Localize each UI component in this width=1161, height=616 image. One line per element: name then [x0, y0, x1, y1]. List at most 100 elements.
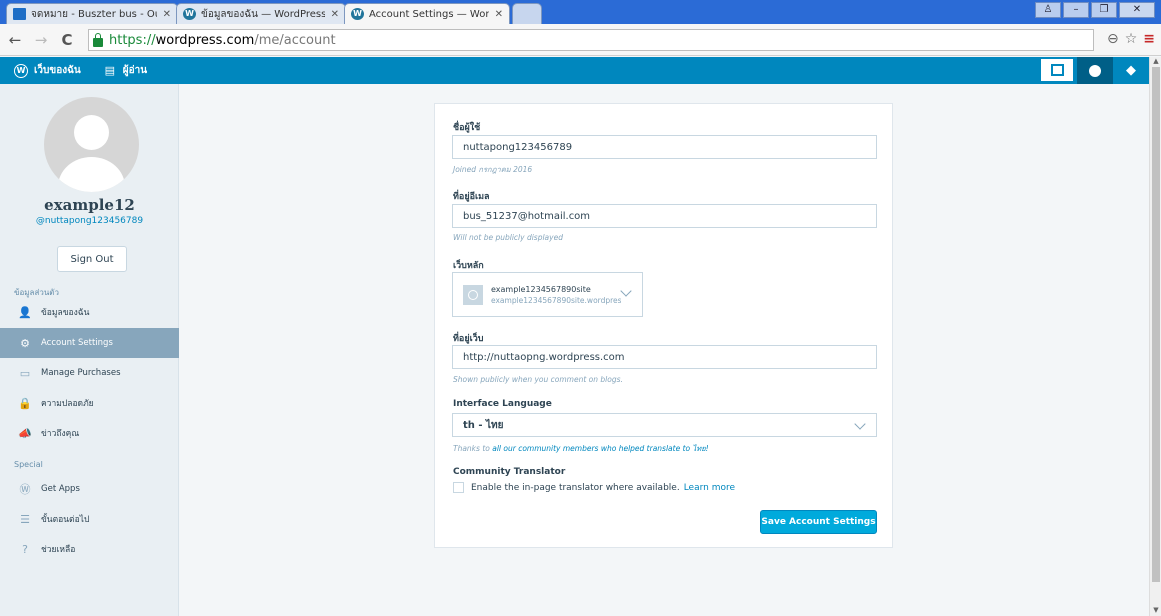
url-host: wordpress.com — [155, 32, 255, 48]
scroll-up-icon[interactable]: ▲ — [1150, 57, 1161, 65]
help-icon: ? — [22, 542, 28, 556]
scrollbar-thumb[interactable] — [1152, 67, 1160, 582]
sidebar-item-label: ขั้นตอนต่อไป — [41, 515, 90, 525]
language-value: th - ไทย — [463, 419, 504, 431]
sidebar-item-manage-purchases[interactable]: ▭ Manage Purchases — [0, 358, 179, 388]
chevron-down-icon — [854, 418, 866, 430]
avatar-icon — [1089, 64, 1101, 77]
forward-icon[interactable]: → — [30, 31, 52, 49]
site-icon — [463, 285, 483, 305]
primary-site-select[interactable]: example1234567890site example1234567890s… — [452, 272, 643, 317]
sign-out-button[interactable]: Sign Out — [57, 246, 127, 272]
email-hint: Will not be publicly displayed — [453, 233, 563, 242]
notifications-button[interactable]: ◆ — [1113, 57, 1149, 84]
sidebar-item-my-profile[interactable]: 👤 ข้อมูลของฉัน — [0, 297, 179, 327]
list-icon: ☰ — [20, 512, 30, 526]
save-account-settings-button[interactable]: Save Account Settings — [760, 510, 877, 534]
page-scrollbar[interactable]: ▲ ▼ — [1149, 57, 1161, 616]
sidebar-item-notifications[interactable]: 📣 ข่าวถึงคุณ — [0, 418, 179, 448]
toolbar-icons: ⊖ ☆ ≡ — [1107, 31, 1155, 47]
primary-site-name: example1234567890site — [491, 285, 591, 294]
joined-hint: Joined กรกฎาคม 2016 — [453, 165, 533, 174]
wordpress-icon: Ⓦ — [19, 483, 31, 496]
username-input[interactable]: nuttapong123456789 — [452, 135, 877, 159]
wordpress-icon: W — [14, 63, 28, 78]
language-select[interactable]: th - ไทย — [452, 413, 877, 437]
close-tab-icon[interactable]: ✕ — [163, 9, 171, 20]
browser-tab-outlook[interactable]: จดหมาย - Buszter bus - Outlo ✕ — [6, 3, 178, 24]
masterbar: W เว็บของฉัน ▤ ผู้อ่าน ◆ — [0, 57, 1149, 84]
mail-icon — [13, 8, 26, 20]
maximize-icon[interactable]: ❐ — [1091, 2, 1117, 18]
reader-link[interactable]: ▤ ผู้อ่าน — [103, 63, 148, 78]
translator-checkbox-label: Enable the in-page translator where avai… — [471, 482, 680, 493]
sidebar-item-help[interactable]: ? ช่วยเหลือ — [0, 534, 179, 564]
bookmark-star-icon[interactable]: ☆ — [1125, 31, 1138, 47]
sidebar-item-label: Get Apps — [41, 484, 80, 494]
close-window-icon[interactable]: ✕ — [1119, 2, 1155, 18]
language-hint: Thanks to all our community members who … — [453, 443, 709, 455]
web-address-input[interactable]: http://nuttaopng.wordpress.com — [452, 345, 877, 369]
notifications-icon: ◆ — [1126, 63, 1136, 78]
close-tab-icon[interactable]: ✕ — [495, 9, 503, 20]
browser-toolbar: ← → C https:// wordpress.com /me/account… — [0, 24, 1161, 56]
back-icon[interactable]: ← — [4, 31, 26, 49]
tab-title: ข้อมูลของฉัน — WordPress.co — [201, 8, 325, 20]
my-sites-label: เว็บของฉัน — [34, 65, 81, 76]
primary-site-label: เว็บหลัก — [453, 261, 484, 271]
sidebar-item-account-settings[interactable]: ⚙ Account Settings — [0, 328, 179, 358]
megaphone-icon: 📣 — [18, 426, 32, 440]
special-heading: Special — [14, 460, 43, 469]
language-label: Interface Language — [453, 399, 552, 409]
profile-button[interactable] — [1077, 57, 1113, 84]
user-icon: 👤 — [18, 305, 32, 319]
sidebar-item-label: ความปลอดภัย — [41, 399, 94, 409]
translator-row: Enable the in-page translator where avai… — [453, 482, 735, 493]
sidebar-item-next-steps[interactable]: ☰ ขั้นตอนต่อไป — [0, 504, 179, 534]
sidebar: example12 @nuttapong123456789 Sign Out ข… — [0, 84, 179, 616]
web-address-label: ที่อยู่เว็บ — [453, 334, 484, 344]
wordpress-icon: W — [351, 8, 364, 20]
close-tab-icon[interactable]: ✕ — [331, 9, 339, 20]
new-tab-button[interactable] — [512, 3, 542, 24]
my-sites-link[interactable]: W เว็บของฉัน — [14, 63, 81, 78]
display-name: example12 — [44, 196, 135, 214]
lock-icon: 🔒 — [18, 396, 32, 410]
primary-site-url: example1234567890site.wordpress.com — [491, 296, 621, 305]
avatar[interactable] — [44, 97, 139, 192]
minimize-icon[interactable]: – — [1063, 2, 1089, 18]
scroll-down-icon[interactable]: ▼ — [1150, 606, 1161, 614]
tab-title: จดหมาย - Buszter bus - Outlo — [31, 8, 157, 20]
reload-icon[interactable]: C — [56, 31, 78, 49]
credit-card-icon: ▭ — [19, 366, 31, 380]
sidebar-item-security[interactable]: 🔒 ความปลอดภัย — [0, 388, 179, 418]
email-input[interactable]: bus_51237@hotmail.com — [452, 204, 877, 228]
account-settings-card: ชื่อผู้ใช้ nuttapong123456789 Joined กรก… — [434, 103, 893, 548]
browser-tab-account-settings[interactable]: W Account Settings — WordPre ✕ — [344, 3, 510, 24]
wordpress-icon: W — [183, 8, 196, 20]
sidebar-item-label: ข้อมูลของฉัน — [41, 308, 90, 318]
translators-link[interactable]: all our community members who helped tra… — [492, 444, 708, 453]
sidebar-item-get-apps[interactable]: Ⓦ Get Apps — [0, 474, 179, 504]
username-link[interactable]: @nuttapong123456789 — [0, 216, 179, 226]
sidebar-item-label: ข่าวถึงคุณ — [41, 429, 80, 439]
zoom-icon[interactable]: ⊖ — [1107, 31, 1119, 47]
username-label: ชื่อผู้ใช้ — [453, 123, 481, 133]
browser-tab-my-profile[interactable]: W ข้อมูลของฉัน — WordPress.co ✕ — [176, 3, 346, 24]
url-path: /me/account — [254, 32, 336, 48]
masterbar-actions: ◆ — [1041, 57, 1149, 84]
url-scheme: https:// — [109, 32, 156, 48]
translator-checkbox[interactable] — [453, 482, 464, 493]
tab-title: Account Settings — WordPre — [369, 8, 489, 20]
browser-menu-icon[interactable]: ≡ — [1143, 31, 1155, 47]
user-icon[interactable]: ♙ — [1035, 2, 1061, 18]
address-bar[interactable]: https:// wordpress.com /me/account — [88, 29, 1094, 51]
sidebar-item-label: Account Settings — [41, 338, 113, 348]
email-label: ที่อยู่อีเมล — [453, 192, 490, 202]
sidebar-item-label: Manage Purchases — [41, 368, 121, 378]
language-hint-prefix: Thanks to — [453, 444, 493, 453]
learn-more-link[interactable]: Learn more — [684, 483, 735, 493]
browser-tab-bar: จดหมาย - Buszter bus - Outlo ✕ W ข้อมูลข… — [0, 0, 1161, 24]
chevron-down-icon — [620, 285, 632, 297]
write-post-button[interactable] — [1041, 59, 1073, 81]
